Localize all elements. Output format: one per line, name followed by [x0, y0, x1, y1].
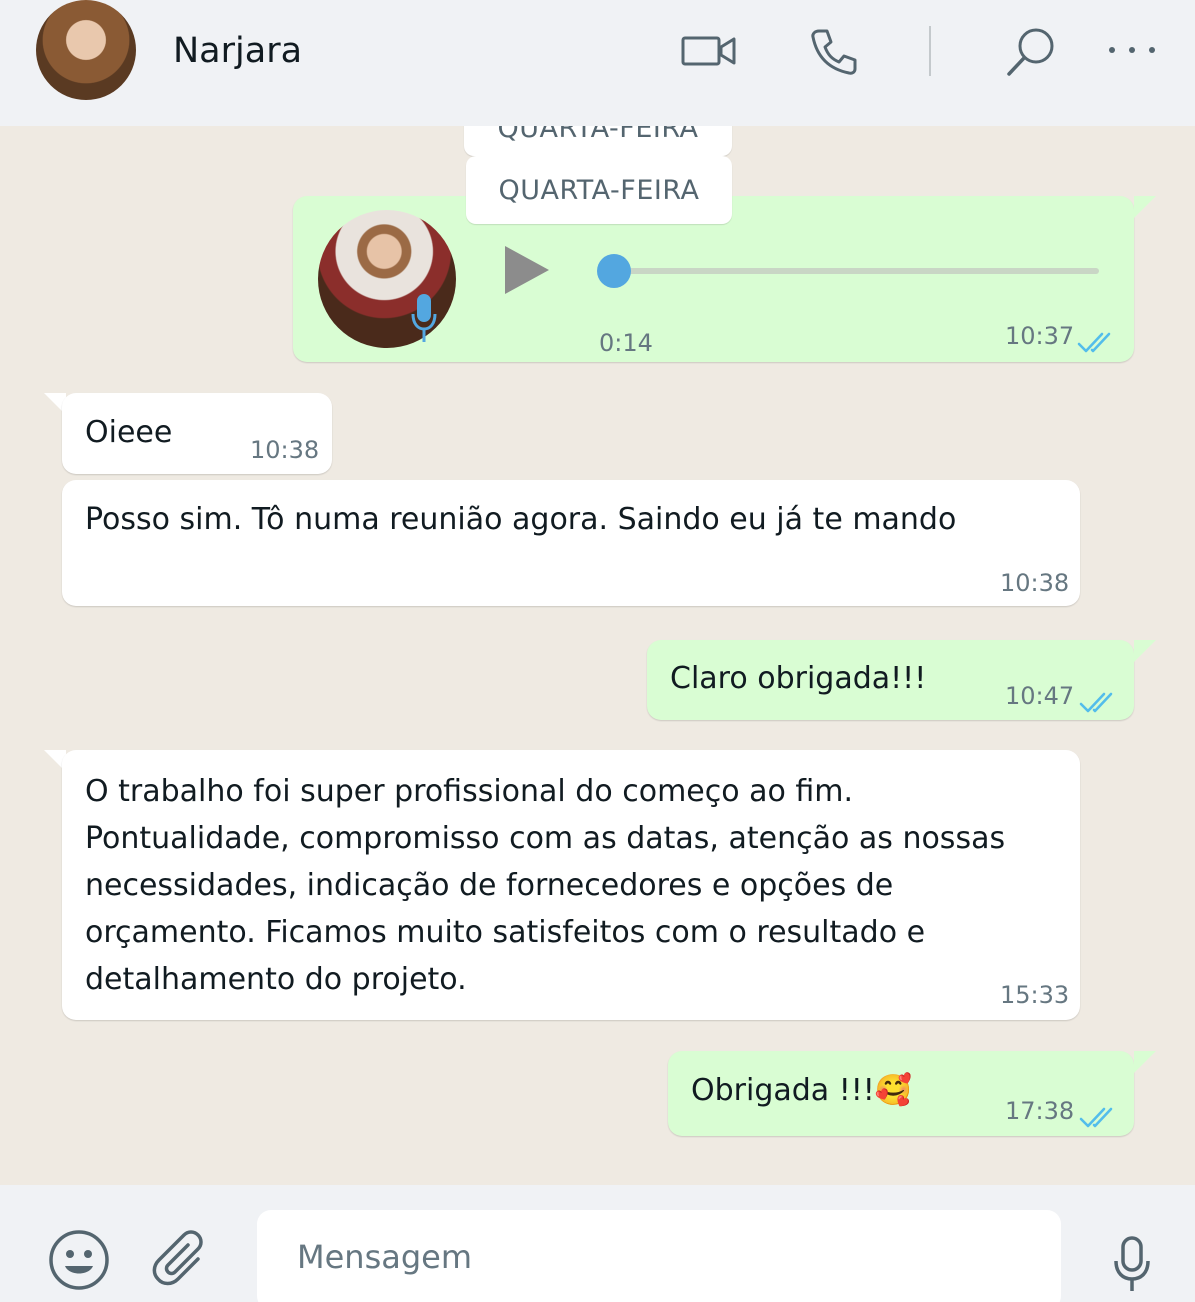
date-label: QUARTA-FEIRA	[466, 156, 732, 224]
bubble-tail	[1134, 196, 1156, 218]
message-line: necessidades, indicação de fornecedores …	[85, 868, 894, 903]
contact-avatar[interactable]	[36, 0, 136, 100]
message-bubble-incoming[interactable]: Posso sim. Tô numa reunião agora. Saindo…	[62, 480, 1080, 606]
compose-bar	[0, 1185, 1195, 1302]
message-bubble-outgoing[interactable]: Obrigada !!!🥰 17:38	[668, 1051, 1134, 1136]
date-label: QUARTA-FEIRA	[464, 126, 732, 156]
play-icon[interactable]	[503, 244, 551, 310]
date-label-text: QUARTA-FEIRA	[498, 174, 700, 206]
audio-duration: 0:14	[599, 329, 653, 357]
message-time: 10:47	[1005, 682, 1075, 710]
audio-progress-thumb[interactable]	[597, 254, 631, 288]
message-bubble-incoming[interactable]: Oieee 10:38	[62, 393, 332, 474]
more-options-icon[interactable]	[1104, 38, 1160, 62]
video-call-icon[interactable]	[680, 30, 738, 72]
attach-icon[interactable]	[150, 1227, 214, 1291]
contact-name[interactable]: Narjara	[173, 31, 302, 71]
message-line: Pontualidade, compromisso com as datas, …	[85, 821, 1006, 856]
message-time: 15:33	[1000, 981, 1070, 1009]
message-text-body: Obrigada !!!	[691, 1073, 875, 1108]
message-text: O trabalho foi super profissional do com…	[85, 768, 1005, 1003]
message-time: 10:38	[250, 436, 320, 464]
bubble-tail	[1134, 640, 1156, 662]
read-ticks-icon	[1079, 1097, 1117, 1144]
message-text: Claro obrigada!!!	[670, 661, 927, 696]
bubble-tail	[1134, 1051, 1156, 1073]
message-input[interactable]	[297, 1238, 1017, 1276]
microphone-icon[interactable]	[1108, 1233, 1156, 1297]
smiling-face-with-hearts-emoji: 🥰	[874, 1073, 913, 1108]
emoji-icon[interactable]	[46, 1227, 112, 1293]
message-text: Obrigada !!!🥰	[691, 1067, 912, 1114]
date-label-text: QUARTA-FEIRA	[497, 126, 699, 144]
message-input-container[interactable]	[257, 1210, 1061, 1302]
message-time: 17:38	[1005, 1097, 1075, 1125]
header-divider	[929, 26, 931, 76]
chat-header: Narjara	[0, 0, 1195, 126]
voice-call-icon[interactable]	[806, 24, 862, 80]
microphone-icon	[411, 292, 439, 360]
audio-progress-track[interactable]	[613, 268, 1099, 274]
message-time: 10:38	[1000, 569, 1070, 597]
chat-area[interactable]: QUARTA-FEIRA 0:14 10:37 QUARTA-FEIRA Oie…	[0, 126, 1195, 1185]
read-ticks-icon	[1079, 682, 1117, 729]
message-bubble-outgoing[interactable]: Claro obrigada!!! 10:47	[647, 640, 1134, 720]
read-ticks-icon	[1077, 322, 1115, 369]
message-bubble-incoming[interactable]: O trabalho foi super profissional do com…	[62, 750, 1080, 1020]
message-time: 10:37	[1005, 322, 1075, 350]
message-text: Posso sim. Tô numa reunião agora. Saindo…	[85, 502, 957, 537]
message-line: detalhamento do projeto.	[85, 962, 467, 997]
message-line: orçamento. Ficamos muito satisfeitos com…	[85, 915, 926, 950]
message-line: O trabalho foi super profissional do com…	[85, 774, 854, 809]
message-text: Oieee	[85, 415, 173, 450]
search-icon[interactable]	[1003, 24, 1059, 80]
